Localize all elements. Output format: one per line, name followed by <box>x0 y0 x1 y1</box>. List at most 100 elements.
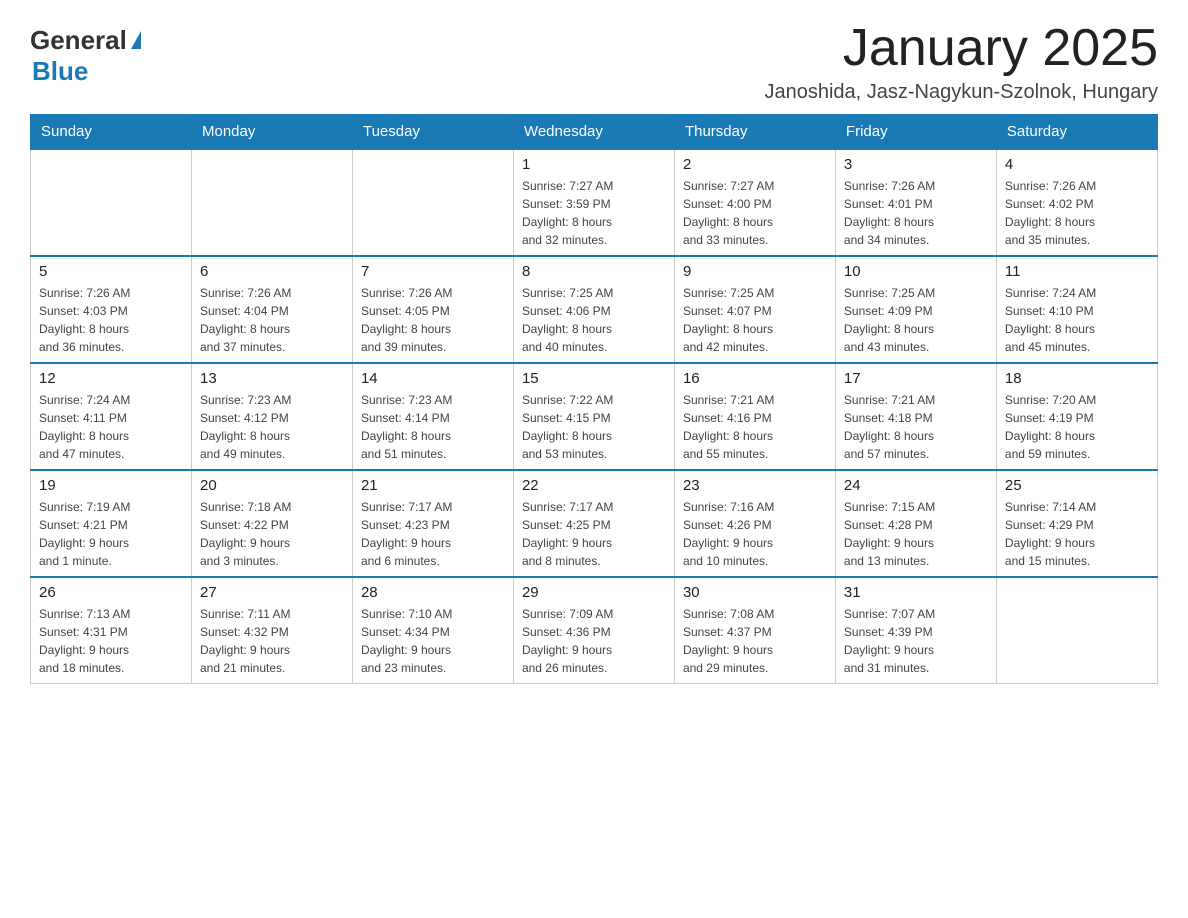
day-number: 2 <box>683 156 827 173</box>
day-info: Sunrise: 7:24 AM Sunset: 4:10 PM Dayligh… <box>1005 284 1149 356</box>
day-info: Sunrise: 7:21 AM Sunset: 4:18 PM Dayligh… <box>844 391 988 463</box>
day-info: Sunrise: 7:27 AM Sunset: 3:59 PM Dayligh… <box>522 177 666 249</box>
day-info: Sunrise: 7:24 AM Sunset: 4:11 PM Dayligh… <box>39 391 183 463</box>
day-number: 4 <box>1005 156 1149 173</box>
calendar-cell <box>191 149 352 256</box>
calendar-cell: 5 Sunrise: 7:26 AM Sunset: 4:03 PM Daylig… <box>31 256 192 363</box>
day-info: Sunrise: 7:18 AM Sunset: 4:22 PM Dayligh… <box>200 498 344 570</box>
calendar-cell: 29Sunrise: 7:09 AM Sunset: 4:36 PM Dayli… <box>513 577 674 684</box>
calendar-cell <box>31 149 192 256</box>
weekday-header-row: SundayMondayTuesdayWednesdayThursdayFrid… <box>31 115 1158 150</box>
day-number: 8 <box>522 263 666 280</box>
day-info: Sunrise: 7:08 AM Sunset: 4:37 PM Dayligh… <box>683 605 827 677</box>
day-number: 7 <box>361 263 505 280</box>
day-info: Sunrise: 7:26 AM Sunset: 4:03 PM Dayligh… <box>39 284 183 356</box>
day-info: Sunrise: 7:26 AM Sunset: 4:04 PM Dayligh… <box>200 284 344 356</box>
day-info: Sunrise: 7:17 AM Sunset: 4:25 PM Dayligh… <box>522 498 666 570</box>
day-number: 18 <box>1005 370 1149 387</box>
calendar-cell: 8Sunrise: 7:25 AM Sunset: 4:06 PM Daylig… <box>513 256 674 363</box>
calendar-cell: 15 Sunrise: 7:22 AM Sunset: 4:15 PM Dayli… <box>513 363 674 470</box>
day-info: Sunrise: 7:27 AM Sunset: 4:00 PM Dayligh… <box>683 177 827 249</box>
location-subtitle: Janoshida, Jasz-Nagykun-Szolnok, Hungary <box>764 81 1158 104</box>
weekday-header-thursday: Thursday <box>674 115 835 150</box>
weekday-header-friday: Friday <box>835 115 996 150</box>
day-info: Sunrise: 7:22 AM Sunset: 4:15 PM Dayligh… <box>522 391 666 463</box>
day-info: Sunrise: 7:23 AM Sunset: 4:12 PM Dayligh… <box>200 391 344 463</box>
day-info: Sunrise: 7:26 AM Sunset: 4:01 PM Dayligh… <box>844 177 988 249</box>
calendar-cell: 2 Sunrise: 7:27 AM Sunset: 4:00 PM Daylig… <box>674 149 835 256</box>
day-info: Sunrise: 7:16 AM Sunset: 4:26 PM Dayligh… <box>683 498 827 570</box>
calendar-cell: 22 Sunrise: 7:17 AM Sunset: 4:25 PM Dayli… <box>513 470 674 577</box>
calendar-cell: 19 Sunrise: 7:19 AM Sunset: 4:21 PM Dayli… <box>31 470 192 577</box>
calendar-cell: 3 Sunrise: 7:26 AM Sunset: 4:01 PM Daylig… <box>835 149 996 256</box>
day-number: 5 <box>39 263 183 280</box>
calendar-cell: 4 Sunrise: 7:26 AM Sunset: 4:02 PM Daylig… <box>996 149 1157 256</box>
logo-triangle-icon <box>131 31 141 49</box>
day-number: 14 <box>361 370 505 387</box>
day-number: 16 <box>683 370 827 387</box>
day-number: 29 <box>522 584 666 601</box>
day-number: 22 <box>522 477 666 494</box>
day-info: Sunrise: 7:14 AM Sunset: 4:29 PM Dayligh… <box>1005 498 1149 570</box>
calendar-cell: 14 Sunrise: 7:23 AM Sunset: 4:14 PM Dayli… <box>352 363 513 470</box>
day-info: Sunrise: 7:07 AM Sunset: 4:39 PM Dayligh… <box>844 605 988 677</box>
calendar-cell: 24Sunrise: 7:15 AM Sunset: 4:28 PM Dayli… <box>835 470 996 577</box>
day-info: Sunrise: 7:17 AM Sunset: 4:23 PM Dayligh… <box>361 498 505 570</box>
calendar-week-5: 26Sunrise: 7:13 AM Sunset: 4:31 PM Dayli… <box>31 577 1158 684</box>
day-info: Sunrise: 7:26 AM Sunset: 4:05 PM Dayligh… <box>361 284 505 356</box>
day-info: Sunrise: 7:23 AM Sunset: 4:14 PM Dayligh… <box>361 391 505 463</box>
weekday-header-sunday: Sunday <box>31 115 192 150</box>
logo-blue-text: Blue <box>32 56 88 87</box>
calendar-cell: 10 Sunrise: 7:25 AM Sunset: 4:09 PM Dayli… <box>835 256 996 363</box>
calendar-week-1: 1 Sunrise: 7:27 AM Sunset: 3:59 PM Daylig… <box>31 149 1158 256</box>
day-info: Sunrise: 7:13 AM Sunset: 4:31 PM Dayligh… <box>39 605 183 677</box>
day-number: 13 <box>200 370 344 387</box>
logo: General Blue <box>30 20 141 87</box>
calendar-week-4: 19 Sunrise: 7:19 AM Sunset: 4:21 PM Dayli… <box>31 470 1158 577</box>
calendar-cell: 23Sunrise: 7:16 AM Sunset: 4:26 PM Dayli… <box>674 470 835 577</box>
day-number: 19 <box>39 477 183 494</box>
day-info: Sunrise: 7:25 AM Sunset: 4:09 PM Dayligh… <box>844 284 988 356</box>
calendar-cell: 7 Sunrise: 7:26 AM Sunset: 4:05 PM Daylig… <box>352 256 513 363</box>
calendar-cell <box>352 149 513 256</box>
day-number: 3 <box>844 156 988 173</box>
day-number: 31 <box>844 584 988 601</box>
calendar-cell: 26Sunrise: 7:13 AM Sunset: 4:31 PM Dayli… <box>31 577 192 684</box>
day-info: Sunrise: 7:25 AM Sunset: 4:07 PM Dayligh… <box>683 284 827 356</box>
calendar-cell: 13 Sunrise: 7:23 AM Sunset: 4:12 PM Dayli… <box>191 363 352 470</box>
calendar-cell: 27Sunrise: 7:11 AM Sunset: 4:32 PM Dayli… <box>191 577 352 684</box>
day-number: 1 <box>522 156 666 173</box>
day-number: 10 <box>844 263 988 280</box>
day-number: 17 <box>844 370 988 387</box>
day-info: Sunrise: 7:26 AM Sunset: 4:02 PM Dayligh… <box>1005 177 1149 249</box>
weekday-header-monday: Monday <box>191 115 352 150</box>
calendar-cell: 6 Sunrise: 7:26 AM Sunset: 4:04 PM Daylig… <box>191 256 352 363</box>
calendar-cell: 11 Sunrise: 7:24 AM Sunset: 4:10 PM Dayli… <box>996 256 1157 363</box>
day-info: Sunrise: 7:21 AM Sunset: 4:16 PM Dayligh… <box>683 391 827 463</box>
day-info: Sunrise: 7:10 AM Sunset: 4:34 PM Dayligh… <box>361 605 505 677</box>
page-header: General Blue January 2025 Janoshida, Jas… <box>30 20 1158 104</box>
calendar-cell: 1 Sunrise: 7:27 AM Sunset: 3:59 PM Daylig… <box>513 149 674 256</box>
calendar-cell: 28Sunrise: 7:10 AM Sunset: 4:34 PM Dayli… <box>352 577 513 684</box>
calendar-cell <box>996 577 1157 684</box>
calendar-cell: 25 Sunrise: 7:14 AM Sunset: 4:29 PM Dayli… <box>996 470 1157 577</box>
weekday-header-tuesday: Tuesday <box>352 115 513 150</box>
day-number: 15 <box>522 370 666 387</box>
calendar-cell: 16 Sunrise: 7:21 AM Sunset: 4:16 PM Dayli… <box>674 363 835 470</box>
calendar-cell: 30 Sunrise: 7:08 AM Sunset: 4:37 PM Dayli… <box>674 577 835 684</box>
day-number: 21 <box>361 477 505 494</box>
day-number: 25 <box>1005 477 1149 494</box>
weekday-header-saturday: Saturday <box>996 115 1157 150</box>
weekday-header-wednesday: Wednesday <box>513 115 674 150</box>
title-area: January 2025 Janoshida, Jasz-Nagykun-Szo… <box>764 20 1158 104</box>
day-number: 24 <box>844 477 988 494</box>
day-info: Sunrise: 7:11 AM Sunset: 4:32 PM Dayligh… <box>200 605 344 677</box>
day-number: 20 <box>200 477 344 494</box>
day-number: 6 <box>200 263 344 280</box>
day-number: 11 <box>1005 263 1149 280</box>
calendar-cell: 20 Sunrise: 7:18 AM Sunset: 4:22 PM Dayli… <box>191 470 352 577</box>
day-number: 30 <box>683 584 827 601</box>
calendar-cell: 21 Sunrise: 7:17 AM Sunset: 4:23 PM Dayli… <box>352 470 513 577</box>
day-info: Sunrise: 7:20 AM Sunset: 4:19 PM Dayligh… <box>1005 391 1149 463</box>
day-info: Sunrise: 7:19 AM Sunset: 4:21 PM Dayligh… <box>39 498 183 570</box>
